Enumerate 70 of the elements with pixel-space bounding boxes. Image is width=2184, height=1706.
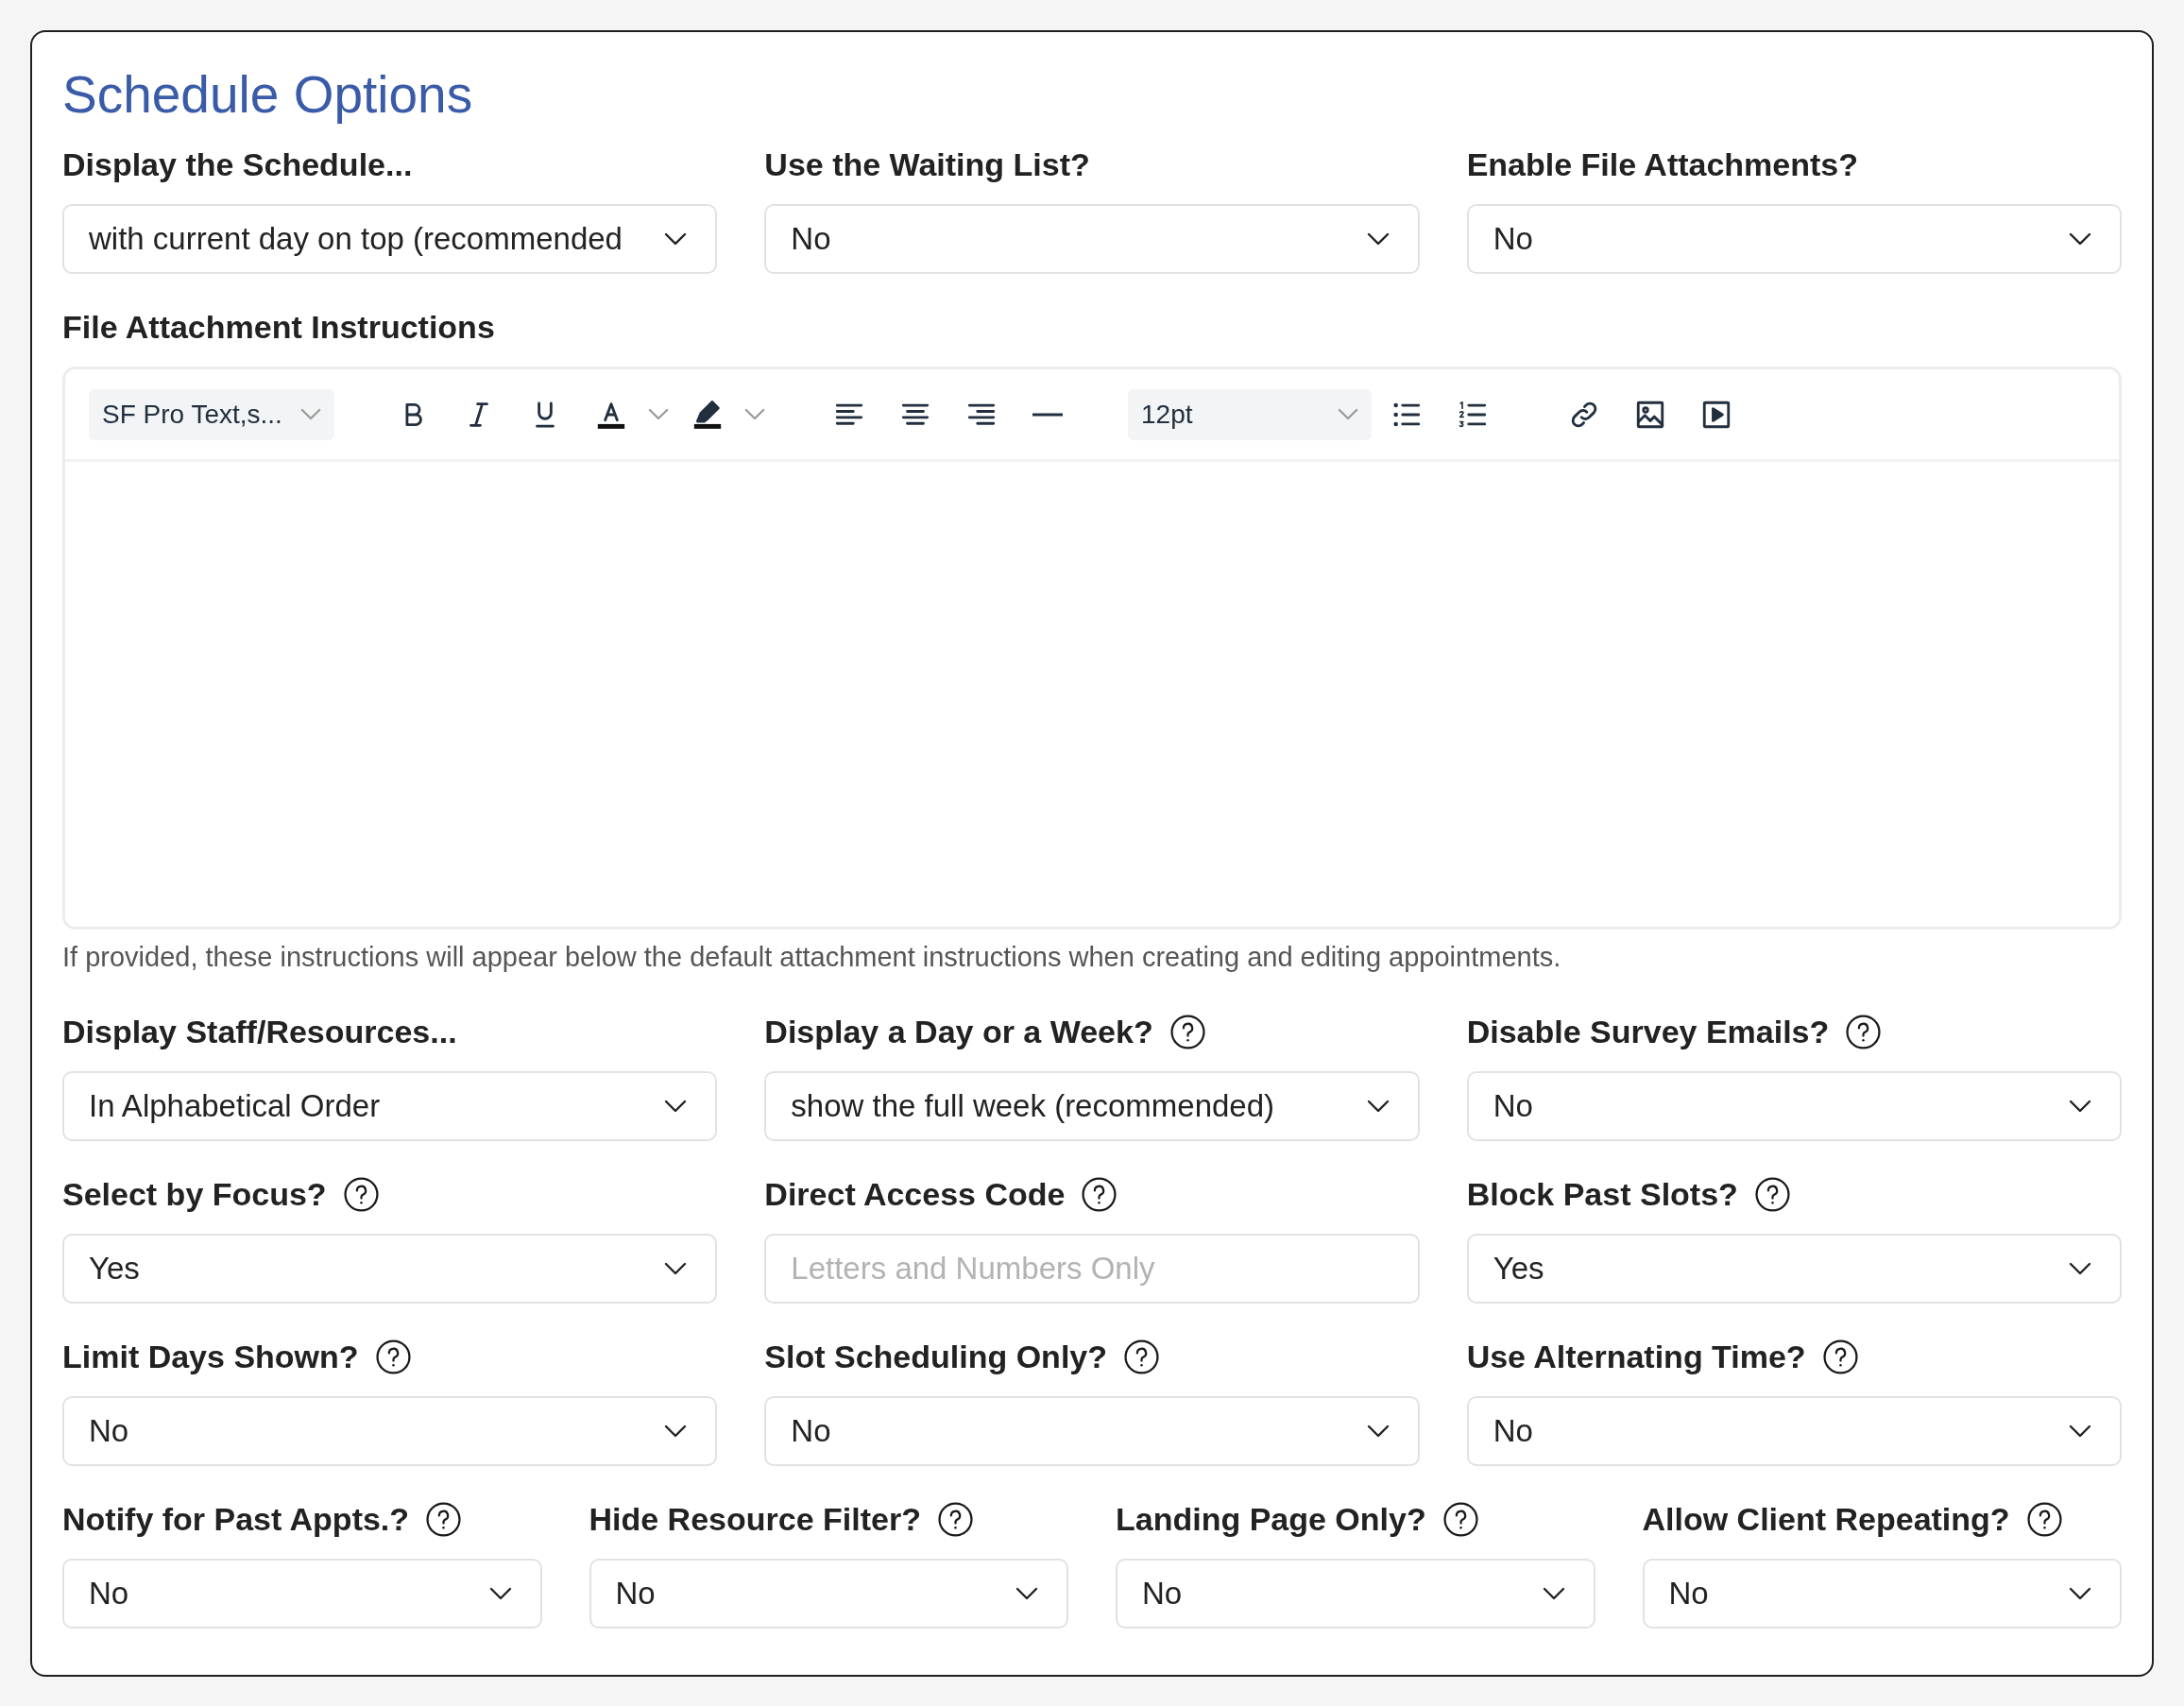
font-family-dropdown[interactable]: SF Pro Text,s...: [89, 388, 334, 440]
dropdown[interactable]: No: [62, 1396, 718, 1466]
chevron-icon: [2069, 1262, 2091, 1275]
field-label: Select by Focus?: [62, 1175, 327, 1213]
dropdown[interactable]: Yes: [62, 1234, 718, 1304]
help-icon[interactable]: [343, 1176, 379, 1212]
field-label: Enable File Attachments?: [1466, 145, 1859, 183]
field-label: Notify for Past Appts.?: [62, 1500, 410, 1538]
chevron-icon: [2069, 1425, 2091, 1438]
field-label: Use the Waiting List?: [764, 145, 1090, 183]
dropdown[interactable]: with current day on top (recommended: [62, 204, 718, 274]
chevron-icon: [648, 408, 669, 420]
highlighter-icon: [691, 398, 724, 431]
dropdown[interactable]: Yes: [1466, 1234, 2122, 1304]
chevron-icon: [1366, 1425, 1390, 1438]
dropdown[interactable]: No: [1466, 1071, 2122, 1141]
dropdown[interactable]: No: [1642, 1559, 2122, 1629]
field-label: Hide Resource Filter?: [589, 1500, 921, 1538]
help-icon[interactable]: [1124, 1339, 1159, 1374]
horizontal-line-icon: [1032, 412, 1064, 417]
font-size-dropdown[interactable]: 12pt: [1128, 388, 1372, 440]
dropdown[interactable]: show the full week (recommended): [764, 1071, 1420, 1141]
chevron-icon: [2069, 232, 2091, 246]
chevron-icon: [664, 232, 688, 246]
chevron-icon: [2069, 1587, 2091, 1600]
dropdown[interactable]: No: [764, 1396, 1420, 1466]
chevron-icon: [664, 1262, 688, 1275]
dropdown[interactable]: No: [1116, 1559, 1595, 1629]
help-icon[interactable]: [1082, 1176, 1118, 1212]
chevron-icon: [488, 1587, 512, 1600]
dropdown[interactable]: No: [62, 1559, 542, 1629]
field-label: Block Past Slots?: [1466, 1175, 1738, 1213]
field-label: Landing Page Only?: [1116, 1500, 1426, 1538]
field-label: Allow Client Repeating?: [1642, 1500, 2010, 1538]
help-text: If provided, these instructions will appear below the default attachment instructions when creating and editing appointments.: [62, 941, 1562, 974]
field-label: Slot Scheduling Only?: [764, 1338, 1107, 1375]
chevron-icon: [744, 408, 765, 420]
chevron-icon: [1366, 1100, 1390, 1113]
dropdown[interactable]: No: [764, 204, 1420, 274]
dropdown[interactable]: In Alphabetical Order: [62, 1071, 718, 1141]
chevron-icon: [664, 1100, 688, 1113]
help-icon[interactable]: [1754, 1176, 1790, 1212]
chevron-icon: [2069, 1100, 2091, 1113]
field-label: Display a Day or a Week?: [764, 1013, 1153, 1050]
field-label: Display Staff/Resources...: [62, 1013, 457, 1050]
page-title: Schedule Options: [62, 66, 474, 123]
dropdown[interactable]: No: [1466, 1396, 2122, 1466]
field-label: Disable Survey Emails?: [1466, 1013, 1830, 1050]
help-icon[interactable]: [2026, 1501, 2062, 1537]
help-icon[interactable]: [426, 1501, 462, 1537]
help-icon[interactable]: [1822, 1339, 1858, 1374]
help-icon[interactable]: [1442, 1501, 1478, 1537]
help-icon[interactable]: [1169, 1014, 1205, 1049]
help-icon[interactable]: [375, 1339, 411, 1374]
text-input[interactable]: Letters and Numbers Only: [764, 1234, 1420, 1304]
dropdown[interactable]: No: [589, 1559, 1068, 1629]
chevron-icon: [1542, 1587, 1565, 1600]
chevron-icon: [1015, 1587, 1038, 1600]
chevron-icon: [300, 408, 321, 420]
chevron-icon: [664, 1425, 688, 1438]
field-label: Limit Days Shown?: [62, 1338, 359, 1375]
field-label: Display the Schedule...: [62, 145, 413, 183]
chevron-icon: [1366, 232, 1390, 246]
field-label: Direct Access Code: [764, 1175, 1066, 1213]
field-label: File Attachment Instructions: [62, 308, 496, 346]
help-icon[interactable]: [1846, 1014, 1882, 1049]
field-label: Use Alternating Time?: [1466, 1338, 1806, 1375]
help-icon[interactable]: [937, 1501, 973, 1537]
dropdown[interactable]: No: [1466, 204, 2122, 274]
chevron-icon: [1338, 408, 1358, 420]
